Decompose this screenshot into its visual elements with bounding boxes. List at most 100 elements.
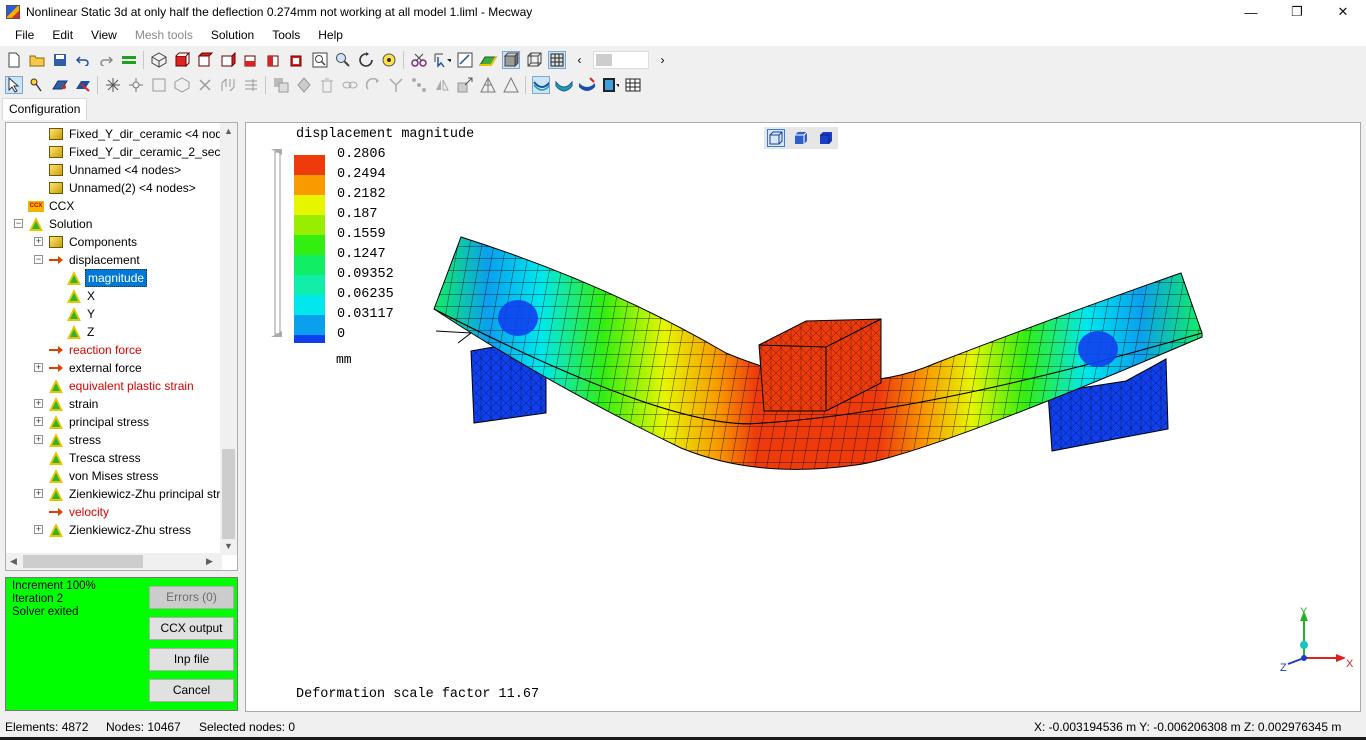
tree-item[interactable]: Fixed_Y_dir_ceramic_2_sectio — [48, 143, 235, 161]
mesh-edges-icon[interactable] — [547, 51, 566, 69]
select-node-icon[interactable] — [28, 76, 46, 94]
tree-item[interactable]: magnitude — [66, 269, 148, 287]
view-top-icon[interactable] — [265, 51, 283, 69]
tree-item[interactable]: Tresca stress — [48, 449, 143, 467]
scroll-right-icon[interactable]: › — [654, 51, 672, 69]
solve-icon[interactable] — [120, 51, 138, 69]
expand-icon[interactable]: + — [34, 525, 43, 534]
undo-icon[interactable] — [74, 51, 92, 69]
collapse-icon[interactable]: − — [34, 255, 43, 264]
menu-help[interactable]: Help — [309, 24, 352, 46]
tree-item[interactable]: strain — [48, 395, 100, 413]
tree-vertical-scrollbar[interactable]: ▲ ▼ — [220, 123, 237, 555]
menu-edit[interactable]: Edit — [43, 24, 82, 46]
tree-item[interactable]: displacement — [48, 251, 142, 269]
wireframe-icon[interactable] — [525, 51, 543, 69]
contour-icon[interactable] — [555, 76, 573, 94]
inp-file-button[interactable]: Inp file — [149, 648, 234, 671]
select-face-icon[interactable] — [74, 76, 92, 94]
scroll-up-icon[interactable]: ▲ — [224, 126, 233, 136]
film-icon[interactable] — [601, 76, 619, 94]
new-file-icon[interactable] — [5, 51, 23, 69]
wire-cube-icon[interactable] — [767, 129, 786, 147]
tree-item[interactable]: CCX CCX — [28, 197, 76, 215]
scroll-left-icon[interactable]: ◀ — [10, 556, 17, 567]
tree-item-label: Fixed_Y_dir_ceramic_2_sectio — [69, 145, 234, 159]
expand-icon[interactable]: + — [34, 489, 43, 498]
menu-tools[interactable]: Tools — [263, 24, 309, 46]
solid-render-icon[interactable] — [501, 51, 520, 69]
deformed-shape-icon[interactable] — [531, 76, 550, 94]
select-arrow-icon[interactable] — [4, 76, 23, 94]
expand-icon[interactable]: + — [34, 435, 43, 444]
close-button[interactable]: ✕ — [1320, 0, 1366, 24]
tab-configuration[interactable]: Configuration — [2, 98, 88, 120]
view-right-icon[interactable] — [242, 51, 260, 69]
expand-icon[interactable]: + — [34, 417, 43, 426]
tree-horizontal-scrollbar[interactable]: ◀ ▶ — [6, 553, 222, 570]
zoom-icon[interactable] — [334, 51, 352, 69]
tree-item[interactable]: Unnamed(2) <4 nodes> — [48, 179, 198, 197]
tree-item[interactable]: X — [66, 287, 97, 305]
results-viewport[interactable]: displacement magnitude 0.2806 0.2494 0.218… — [245, 122, 1361, 712]
cut-icon[interactable] — [410, 51, 428, 69]
redo-icon[interactable] — [97, 51, 115, 69]
restore-button[interactable]: ❐ — [1274, 0, 1320, 24]
shaded-cube-icon[interactable] — [792, 129, 810, 147]
zoom-fit-icon[interactable] — [311, 51, 329, 69]
tree-item[interactable]: reaction force — [48, 341, 144, 359]
tree-item[interactable]: Zienkiewicz-Zhu principal str — [48, 485, 222, 503]
elements-count: Elements: 4872 — [5, 720, 89, 734]
errors-button[interactable]: Errors (0) — [149, 586, 234, 609]
toolbar-scroll-track[interactable] — [593, 51, 649, 69]
tree-scroll-thumb[interactable] — [222, 449, 235, 539]
table-icon[interactable] — [624, 76, 642, 94]
rotate-icon[interactable] — [357, 51, 375, 69]
expand-icon[interactable]: + — [34, 363, 43, 372]
tree-item[interactable]: Components — [48, 233, 139, 251]
tree-item[interactable]: von Mises stress — [48, 467, 160, 485]
view-back-icon[interactable] — [196, 51, 214, 69]
selection-toolbar — [0, 73, 644, 97]
open-folder-icon[interactable] — [28, 51, 46, 69]
tree-item-label: Fixed_Y_dir_ceramic <4 node — [69, 127, 229, 141]
scroll-left-icon[interactable]: ‹ — [571, 51, 589, 69]
tree-item[interactable]: principal stress — [48, 413, 151, 431]
expand-icon[interactable]: + — [34, 399, 43, 408]
tree-item[interactable]: Unnamed <4 nodes> — [48, 161, 183, 179]
animate-icon[interactable] — [578, 76, 596, 94]
tree-item[interactable]: external force — [48, 359, 144, 377]
scroll-right-icon[interactable]: ▶ — [206, 556, 213, 567]
tree-item-label: X — [87, 289, 96, 303]
scroll-down-icon[interactable]: ▼ — [224, 541, 233, 551]
view-front-icon[interactable] — [173, 51, 191, 69]
tree-item[interactable]: Y — [66, 305, 97, 323]
ccx-output-button[interactable]: CCX output — [149, 617, 234, 640]
pan-icon[interactable] — [380, 51, 398, 69]
select-dropdown-icon[interactable] — [433, 51, 451, 69]
tree-item[interactable]: velocity — [48, 503, 111, 521]
view-bottom-icon[interactable] — [288, 51, 306, 69]
collapse-icon[interactable]: − — [14, 219, 23, 228]
menu-view[interactable]: View — [82, 24, 126, 46]
expand-icon[interactable]: + — [34, 237, 43, 246]
menu-solution[interactable]: Solution — [202, 24, 263, 46]
measure-icon[interactable] — [456, 51, 474, 69]
tree-item[interactable]: stress — [48, 431, 103, 449]
view-left-icon[interactable] — [219, 51, 237, 69]
cancel-button[interactable]: Cancel — [149, 679, 234, 702]
surface-icon[interactable] — [478, 51, 497, 69]
tree-item[interactable]: Zienkiewicz-Zhu stress — [48, 521, 193, 539]
select-element-icon[interactable] — [51, 76, 69, 94]
menu-file[interactable]: File — [6, 24, 43, 46]
solid-cube-icon[interactable] — [817, 129, 835, 147]
menu-mesh-tools[interactable]: Mesh tools — [126, 24, 202, 46]
tree-item[interactable]: Fixed_Y_dir_ceramic <4 node — [48, 125, 231, 143]
tree-item[interactable]: equivalent plastic strain — [48, 377, 196, 395]
tree-hscroll-thumb[interactable] — [23, 555, 143, 568]
minimize-button[interactable]: — — [1228, 0, 1274, 24]
tree-item[interactable]: Solution — [28, 215, 94, 233]
view-iso-icon[interactable] — [150, 51, 168, 69]
save-icon[interactable] — [51, 51, 69, 69]
tree-item[interactable]: Z — [66, 323, 96, 341]
